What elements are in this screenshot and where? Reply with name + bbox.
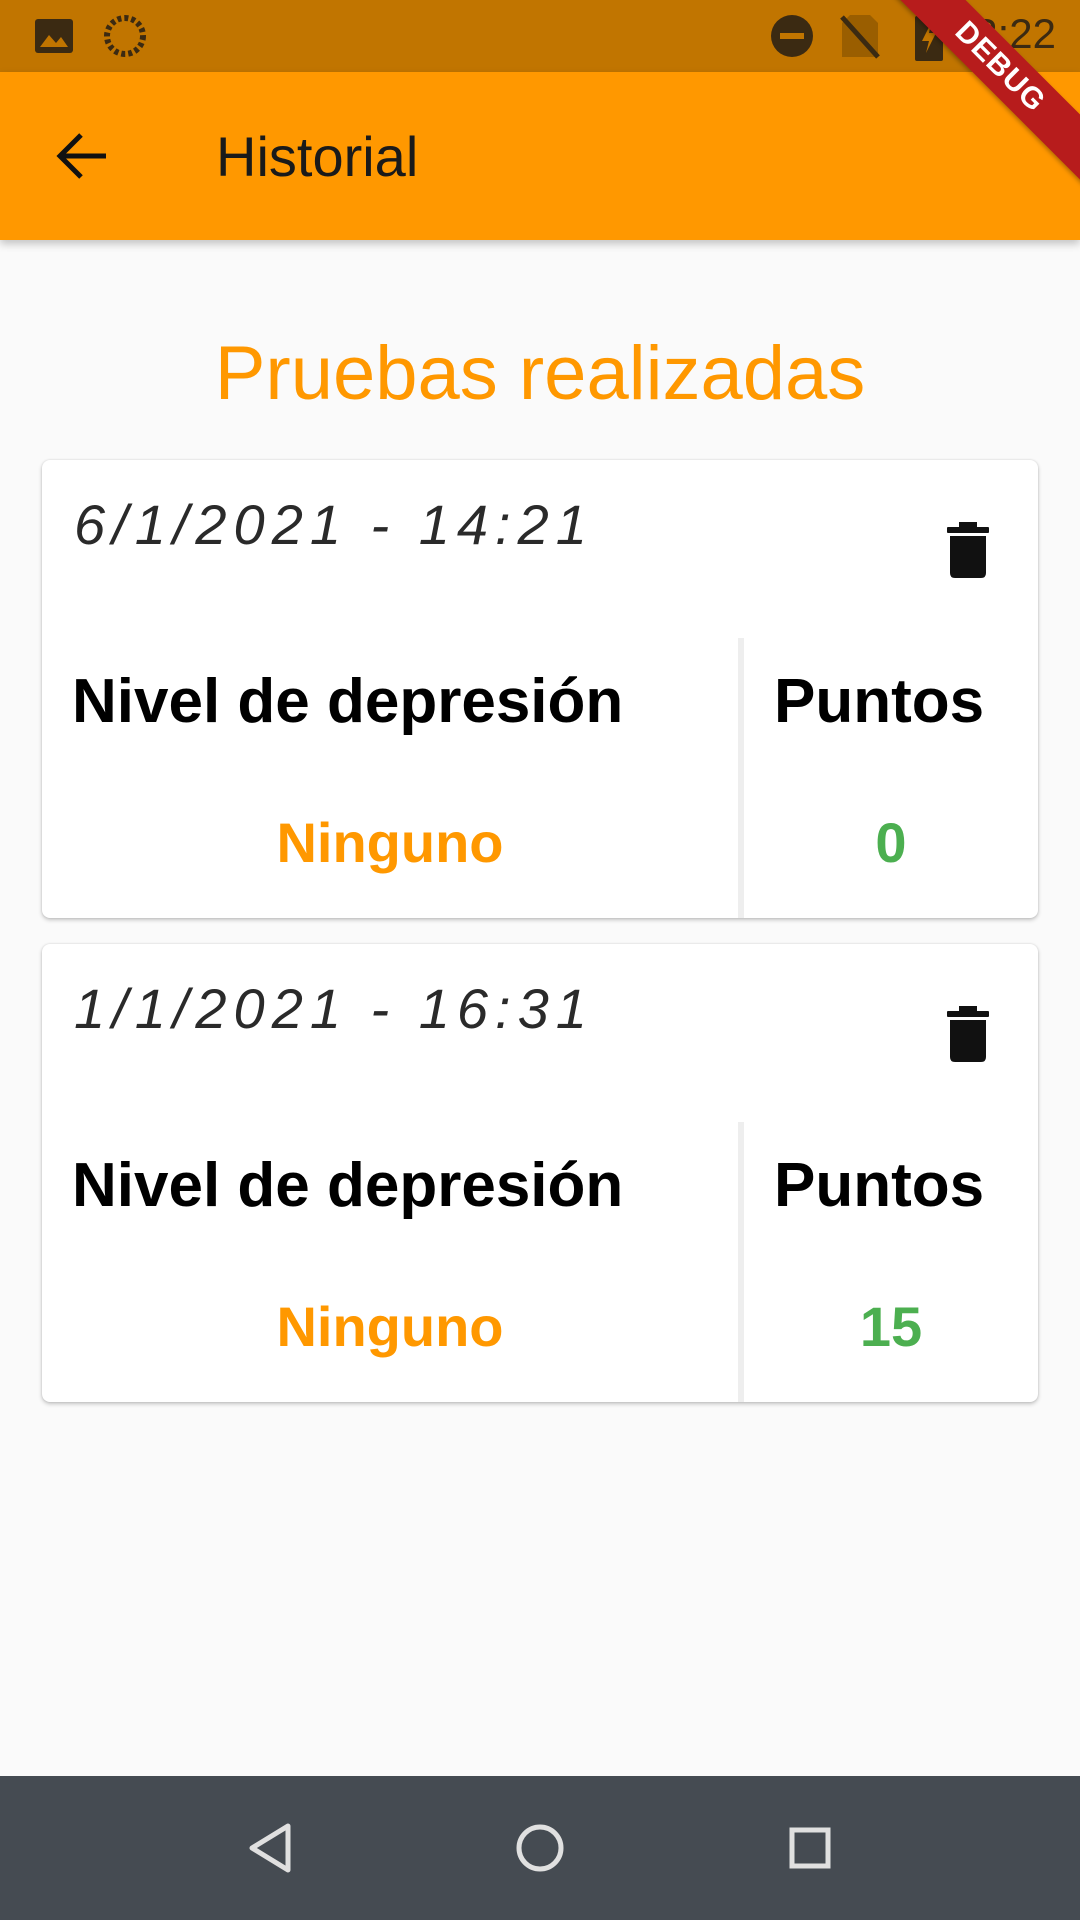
back-button[interactable] [34,108,130,204]
level-value: Ninguno [276,1295,504,1358]
sync-icon [102,0,148,72]
trash-icon [947,1006,989,1062]
arrow-back-icon [56,133,106,179]
trash-icon [947,522,989,578]
do-not-disturb-icon [768,0,816,72]
column-divider [738,1122,744,1402]
nav-back-button[interactable] [224,1802,316,1894]
points-header: Puntos [774,1151,985,1220]
back-triangle-icon [249,1823,291,1873]
navigation-bar [0,1776,1080,1920]
delete-button[interactable] [932,514,1004,586]
delete-button[interactable] [932,998,1004,1070]
app-bar: Historial [0,72,1080,240]
nav-recents-button[interactable] [764,1802,856,1894]
points-value: 15 [859,1295,923,1358]
nav-home-button[interactable] [494,1802,586,1894]
no-sim-icon [838,0,882,72]
points-value: 0 [875,811,907,874]
record-date: 1/1/2021 - 16:31 [74,977,594,1040]
column-divider [738,638,744,918]
section-title: Pruebas realizadas [214,331,866,416]
record-card: 1/1/2021 - 16:31 Nivel de depresión Ning… [42,944,1038,1402]
record-date: 6/1/2021 - 14:21 [74,493,594,556]
image-icon [34,0,74,72]
page-title: Historial [216,125,419,188]
record-card: 6/1/2021 - 14:21 Nivel de depresión Ning… [42,460,1038,918]
points-header: Puntos [774,667,985,736]
recents-square-icon [789,1827,831,1869]
level-header: Nivel de depresión [72,1151,624,1220]
home-circle-icon [516,1824,564,1872]
level-value: Ninguno [276,811,504,874]
level-header: Nivel de depresión [72,667,624,736]
